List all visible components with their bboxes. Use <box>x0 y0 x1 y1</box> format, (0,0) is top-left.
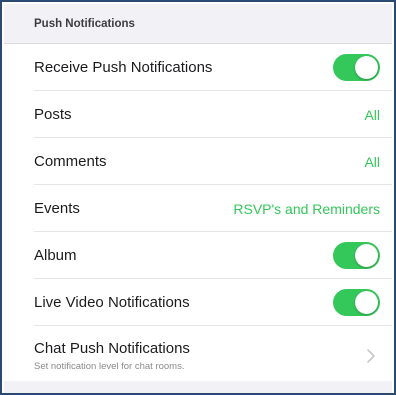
live-video-notifications-toggle[interactable] <box>333 289 380 316</box>
chat-push-notifications-row[interactable]: Chat Push Notifications Set notification… <box>4 326 392 386</box>
comments-value: All <box>364 153 380 170</box>
toggle-knob <box>355 291 378 314</box>
posts-label: Posts <box>34 106 72 123</box>
receive-push-notifications-toggle[interactable] <box>333 54 380 81</box>
live-video-notifications-row[interactable]: Live Video Notifications <box>4 279 392 326</box>
toggle-knob <box>355 244 378 267</box>
posts-row[interactable]: Posts All <box>4 91 392 138</box>
receive-push-notifications-label: Receive Push Notifications <box>34 59 213 76</box>
bottom-section-background <box>4 381 392 393</box>
receive-push-notifications-row[interactable]: Receive Push Notifications <box>4 44 392 91</box>
events-row[interactable]: Events RSVP's and Reminders <box>4 185 392 232</box>
album-label: Album <box>34 247 77 264</box>
comments-label: Comments <box>34 153 107 170</box>
comments-row[interactable]: Comments All <box>4 138 392 185</box>
album-toggle[interactable] <box>333 242 380 269</box>
album-row[interactable]: Album <box>4 232 392 279</box>
events-value: RSVP's and Reminders <box>233 200 380 217</box>
settings-list: Receive Push Notifications Posts All Com… <box>4 44 392 386</box>
chat-push-notifications-label: Chat Push Notifications <box>34 340 190 357</box>
section-title: Push Notifications <box>34 17 135 30</box>
toggle-knob <box>355 56 378 79</box>
chat-push-notifications-text: Chat Push Notifications Set notification… <box>34 340 366 372</box>
chevron-right-icon <box>367 349 375 363</box>
live-video-notifications-label: Live Video Notifications <box>34 294 190 311</box>
events-label: Events <box>34 200 80 217</box>
section-header-push-notifications: Push Notifications <box>4 4 392 44</box>
chat-push-notifications-subtitle: Set notification level for chat rooms. <box>34 361 185 372</box>
settings-panel: Push Notifications Receive Push Notifica… <box>0 0 396 395</box>
posts-value: All <box>364 106 380 123</box>
